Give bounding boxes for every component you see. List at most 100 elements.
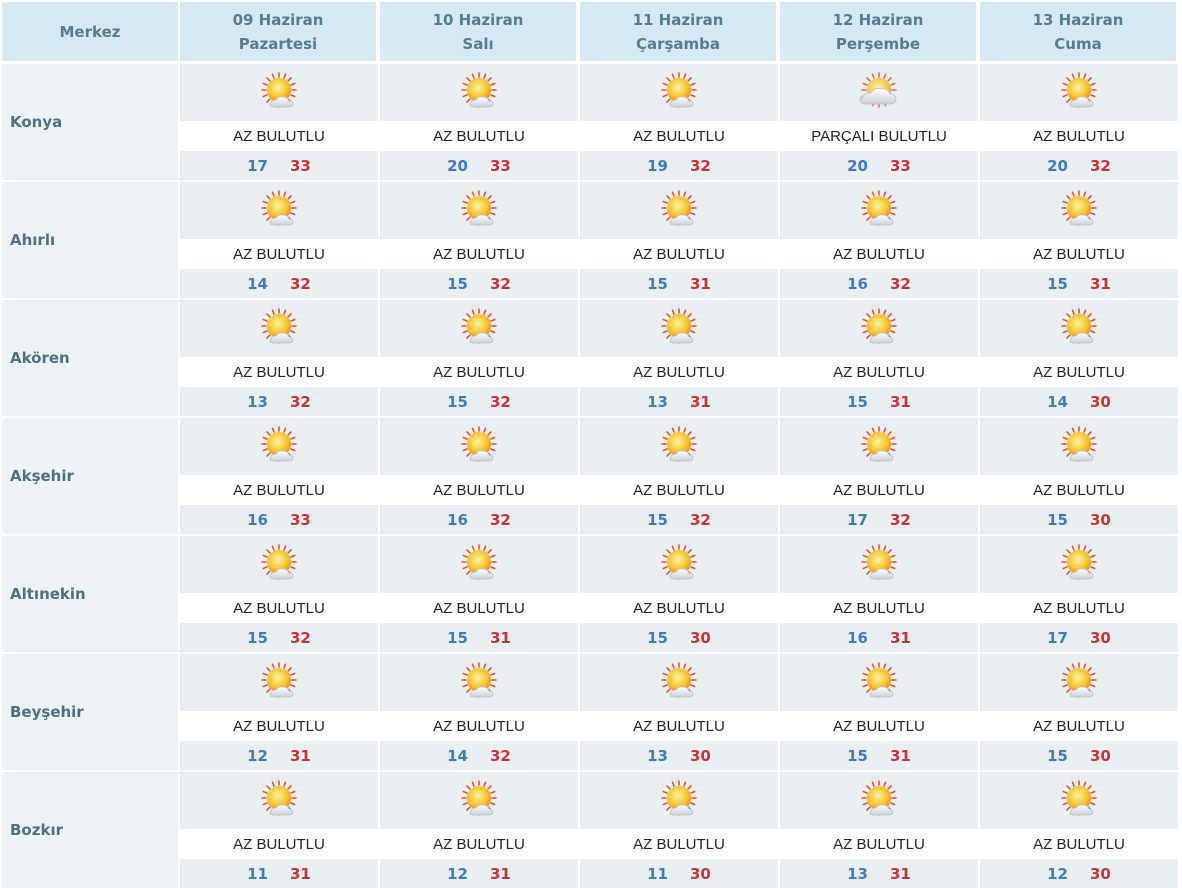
weather-condition: AZ BULUTLU — [380, 829, 578, 859]
day-forecast-cell: AZ BULUTLU 12 30 — [980, 772, 1178, 888]
max-temperature: 30 — [1090, 392, 1111, 411]
partly-sunny-icon — [256, 543, 302, 586]
city-row: Konya AZ BULUTLU 17 33 AZ BULUTLU 20 33 AZ B… — [0, 64, 1182, 180]
weather-icon-cell — [580, 418, 778, 475]
weather-condition: AZ BULUTLU — [780, 711, 978, 741]
day-header: 10 Haziran Salı — [380, 2, 576, 61]
weather-condition: AZ BULUTLU — [580, 593, 778, 623]
partly-sunny-icon — [1056, 779, 1102, 822]
temperature-range: 12 31 — [180, 741, 378, 770]
weather-icon-cell — [180, 418, 378, 475]
temperature-range: 15 30 — [980, 505, 1178, 534]
max-temperature: 31 — [290, 864, 311, 883]
day-forecast-cell: AZ BULUTLU 16 31 — [780, 536, 978, 652]
max-temperature: 32 — [290, 392, 311, 411]
max-temperature: 32 — [890, 274, 911, 293]
partly-sunny-icon — [856, 779, 902, 822]
city-name: Ahırlı — [2, 182, 178, 298]
day-forecast-cell: AZ BULUTLU 15 30 — [980, 418, 1178, 534]
max-temperature: 32 — [290, 628, 311, 647]
weather-icon-cell — [380, 654, 578, 711]
day-weekday: Salı — [462, 34, 494, 53]
day-forecast-cell: AZ BULUTLU 15 32 — [580, 418, 778, 534]
weather-condition: AZ BULUTLU — [180, 475, 378, 505]
day-header: 09 Haziran Pazartesi — [180, 2, 376, 61]
partly-sunny-icon — [656, 543, 702, 586]
weather-condition: AZ BULUTLU — [780, 239, 978, 269]
weather-condition: AZ BULUTLU — [180, 357, 378, 387]
max-temperature: 33 — [290, 156, 311, 175]
day-date: 11 Haziran — [632, 10, 724, 29]
weather-icon-cell — [380, 772, 578, 829]
day-header: 11 Haziran Çarşamba — [580, 2, 776, 61]
day-header: 12 Haziran Perşembe — [780, 2, 976, 61]
weather-icon-cell — [180, 64, 378, 121]
partly-sunny-icon — [256, 779, 302, 822]
partly-sunny-icon — [1056, 543, 1102, 586]
max-temperature: 32 — [690, 156, 711, 175]
max-temperature: 31 — [890, 628, 911, 647]
temperature-range: 19 32 — [580, 151, 778, 180]
max-temperature: 32 — [490, 746, 511, 765]
weather-condition: AZ BULUTLU — [180, 829, 378, 859]
min-temperature: 15 — [647, 628, 668, 647]
weather-condition: AZ BULUTLU — [780, 829, 978, 859]
day-forecast-cell: AZ BULUTLU 13 31 — [780, 772, 978, 888]
weather-icon-cell — [980, 772, 1178, 829]
weather-icon-cell — [780, 64, 978, 121]
weather-icon-cell — [780, 418, 978, 475]
weather-icon-cell — [780, 654, 978, 711]
day-forecast-cell: AZ BULUTLU 17 30 — [980, 536, 1178, 652]
min-temperature: 12 — [247, 746, 268, 765]
weather-condition: AZ BULUTLU — [980, 357, 1178, 387]
partly-sunny-icon — [656, 779, 702, 822]
weather-condition: AZ BULUTLU — [980, 829, 1178, 859]
weather-condition: AZ BULUTLU — [980, 475, 1178, 505]
weather-icon-cell — [180, 182, 378, 239]
weather-icon-cell — [980, 418, 1178, 475]
weather-icon-cell — [380, 182, 578, 239]
max-temperature: 33 — [490, 156, 511, 175]
max-temperature: 31 — [490, 864, 511, 883]
min-temperature: 13 — [647, 746, 668, 765]
partly-sunny-icon — [656, 71, 702, 114]
partly-sunny-icon — [656, 661, 702, 704]
min-temperature: 12 — [1047, 864, 1068, 883]
min-temperature: 14 — [247, 274, 268, 293]
temperature-range: 14 32 — [180, 269, 378, 298]
weather-icon-cell — [580, 772, 778, 829]
day-header: 13 Haziran Cuma — [980, 2, 1176, 61]
day-forecast-cell: AZ BULUTLU 13 31 — [580, 300, 778, 416]
day-forecast-cell: AZ BULUTLU 15 31 — [980, 182, 1178, 298]
weather-condition: AZ BULUTLU — [180, 121, 378, 151]
day-forecast-cell: AZ BULUTLU 12 31 — [380, 772, 578, 888]
weather-condition: AZ BULUTLU — [980, 239, 1178, 269]
temperature-range: 15 32 — [380, 387, 578, 416]
min-temperature: 14 — [447, 746, 468, 765]
min-temperature: 16 — [447, 510, 468, 529]
temperature-range: 16 31 — [780, 623, 978, 652]
min-temperature: 13 — [647, 392, 668, 411]
min-temperature: 16 — [247, 510, 268, 529]
weather-icon-cell — [980, 182, 1178, 239]
weather-condition: AZ BULUTLU — [380, 711, 578, 741]
weather-condition: AZ BULUTLU — [580, 357, 778, 387]
merkez-header: Merkez — [2, 2, 178, 61]
max-temperature: 30 — [1090, 746, 1111, 765]
weather-icon-cell — [780, 536, 978, 593]
weather-condition: AZ BULUTLU — [380, 239, 578, 269]
max-temperature: 31 — [690, 392, 711, 411]
weather-icon-cell — [380, 418, 578, 475]
min-temperature: 20 — [847, 156, 868, 175]
min-temperature: 15 — [1047, 510, 1068, 529]
min-temperature: 15 — [447, 274, 468, 293]
city-row: Akşehir AZ BULUTLU 16 33 AZ BULUTLU 16 32 AZ… — [0, 418, 1182, 534]
min-temperature: 16 — [847, 628, 868, 647]
partly-sunny-icon — [456, 779, 502, 822]
max-temperature: 32 — [490, 510, 511, 529]
weather-icon-cell — [980, 64, 1178, 121]
partly-sunny-icon — [256, 661, 302, 704]
max-temperature: 31 — [890, 392, 911, 411]
day-forecast-cell: AZ BULUTLU 14 30 — [980, 300, 1178, 416]
min-temperature: 12 — [447, 864, 468, 883]
